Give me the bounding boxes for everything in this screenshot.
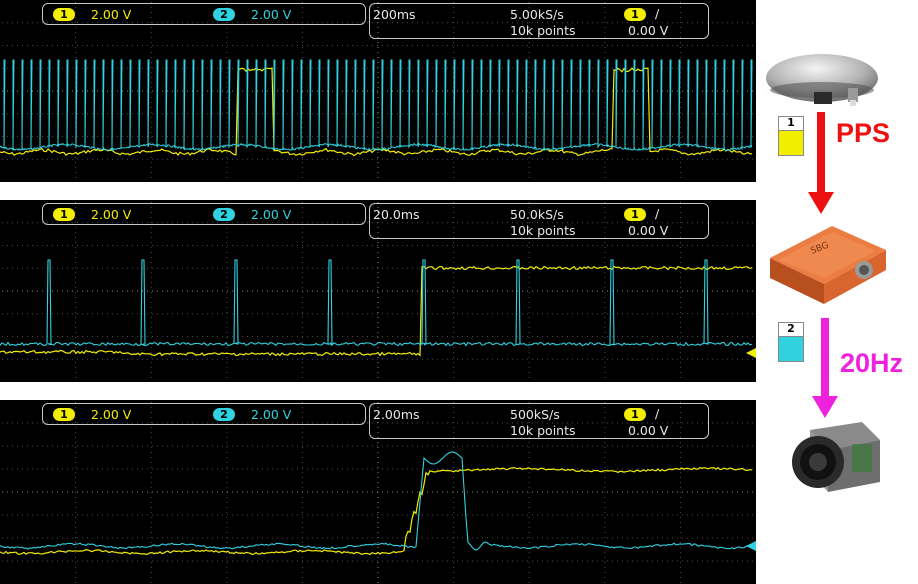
sample-rate: 50.0kS/s	[510, 207, 564, 222]
sync-diagram: 1 PPS SBG 2 20Hz	[756, 0, 918, 584]
scope-screen-3: 1 2.00 V 2 2.00 V 2.00ms 500kS/s 10k poi…	[0, 400, 756, 584]
sample-rate: 5.00kS/s	[510, 7, 564, 22]
scope-screen-2: 1 2.00 V 2 2.00 V 20.0ms 50.0kS/s 10k po…	[0, 200, 756, 382]
timebase: 20.0ms	[373, 207, 420, 222]
ch2-volts: 2.00 V	[251, 7, 292, 22]
trigger-level: 0.00 V	[628, 423, 669, 438]
ch1-trace	[0, 265, 753, 357]
ch1-marker-label: 1	[779, 117, 803, 131]
ch1-badge: 1	[53, 408, 75, 421]
imu-unit-icon: SBG	[770, 226, 886, 304]
trigger-slope-icon: /	[655, 406, 660, 421]
ch1-volts: 2.00 V	[91, 7, 132, 22]
trigger-source-badge: 1	[624, 408, 646, 421]
trigger-source-badge: 1	[624, 208, 646, 221]
camera-icon	[792, 422, 880, 492]
gnss-antenna-icon	[766, 54, 878, 106]
ch2-marker: 2	[778, 322, 804, 362]
pps-arrow-icon	[808, 112, 834, 214]
timebase: 200ms	[373, 7, 416, 22]
hz-label: 20Hz	[840, 348, 904, 378]
channel-settings-box: 1 2.00 V 2 2.00 V	[42, 403, 366, 425]
ch1-trace	[0, 466, 753, 556]
ch1-badge: 1	[53, 208, 75, 221]
ch2-volts: 2.00 V	[251, 207, 292, 222]
acquisition-box: 200ms 5.00kS/s 10k points 1 / 0.00 V	[369, 3, 709, 39]
trigger-level-marker	[746, 541, 756, 551]
ch2-badge: 2	[213, 408, 235, 421]
record-length: 10k points	[510, 423, 576, 438]
channel-settings-box: 1 2.00 V 2 2.00 V	[42, 203, 366, 225]
channel-settings-box: 1 2.00 V 2 2.00 V	[42, 3, 366, 25]
acquisition-box: 2.00ms 500kS/s 10k points 1 / 0.00 V	[369, 403, 709, 439]
trigger-level: 0.00 V	[628, 23, 669, 38]
timebase: 2.00ms	[373, 407, 420, 422]
ch1-volts: 2.00 V	[91, 207, 132, 222]
trigger-source-badge: 1	[624, 8, 646, 21]
scope-screen-1: 1 2.00 V 2 2.00 V 200ms 5.00kS/s 10k poi…	[0, 0, 756, 182]
ch2-trace	[0, 451, 753, 551]
trigger-level-marker	[746, 348, 756, 358]
ch2-badge: 2	[213, 208, 235, 221]
sample-rate: 500kS/s	[510, 407, 560, 422]
hz-arrow-icon	[812, 318, 838, 418]
ch1-marker: 1	[778, 116, 804, 156]
acquisition-box: 20.0ms 50.0kS/s 10k points 1 / 0.00 V	[369, 203, 709, 239]
trigger-slope-icon: /	[655, 6, 660, 21]
trigger-slope-icon: /	[655, 206, 660, 221]
ch1-volts: 2.00 V	[91, 407, 132, 422]
record-length: 10k points	[510, 223, 576, 238]
trigger-level: 0.00 V	[628, 223, 669, 238]
pps-label: PPS	[836, 118, 891, 148]
ch2-badge: 2	[213, 8, 235, 21]
ch2-volts: 2.00 V	[251, 407, 292, 422]
ch1-badge: 1	[53, 8, 75, 21]
record-length: 10k points	[510, 23, 576, 38]
ch2-marker-label: 2	[779, 323, 803, 337]
ch2-trace	[0, 259, 753, 347]
